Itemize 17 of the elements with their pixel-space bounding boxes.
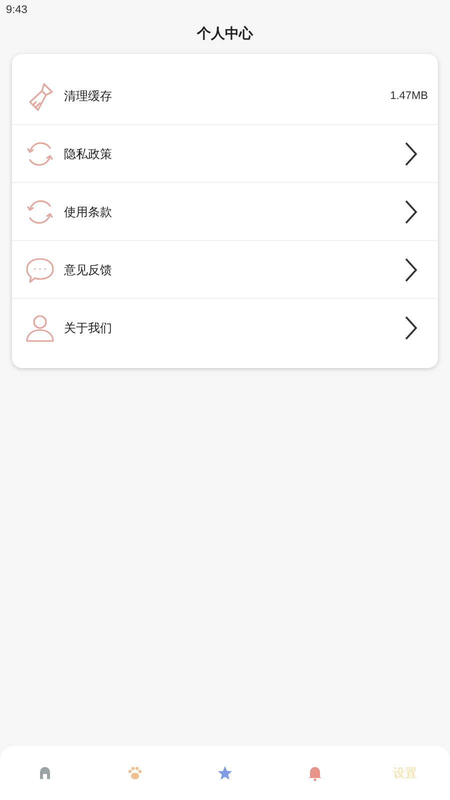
- chevron-right-icon: [404, 314, 418, 340]
- menu-label: 清理缓存: [64, 88, 113, 105]
- menu-label: 隐私政策: [64, 146, 113, 162]
- chevron-right-icon: [404, 256, 418, 282]
- cache-size: 1.47MB: [390, 88, 428, 104]
- menu-label: 使用条款: [64, 204, 113, 220]
- status-time: 9:43: [5, 3, 28, 18]
- menu-item[interactable]: 意见反馈: [12, 240, 438, 298]
- page-title: 个人中心: [197, 24, 253, 43]
- chevron-right-icon: [404, 198, 418, 224]
- menu-item[interactable]: 清理缓存 1.47MB: [12, 54, 438, 124]
- menu-item[interactable]: 关于我们: [12, 298, 438, 356]
- chevron-right-icon: [404, 140, 418, 166]
- menu-item[interactable]: 使用条款: [12, 182, 438, 240]
- menu-label: 关于我们: [64, 320, 113, 336]
- menu-item[interactable]: 隐私政策: [12, 124, 438, 182]
- menu-label: 意见反馈: [64, 262, 113, 278]
